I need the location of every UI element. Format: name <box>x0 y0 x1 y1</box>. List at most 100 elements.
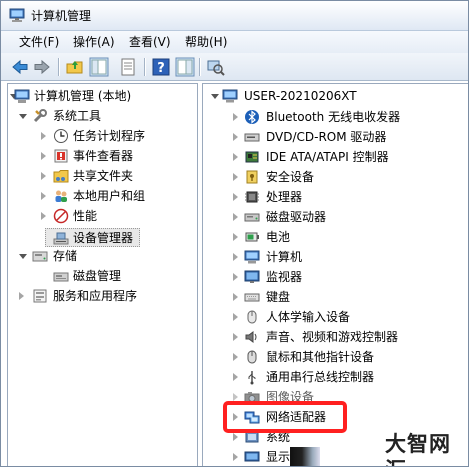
event-viewer-icon <box>54 149 68 163</box>
properties-icon[interactable] <box>118 57 138 77</box>
action-pane-icon[interactable] <box>175 57 195 77</box>
device-category-hid[interactable]: 人体学输入设备 <box>203 307 468 327</box>
expand-arrow-icon[interactable] <box>233 353 238 361</box>
device-category-label: Bluetooth 无线电收发器 <box>266 110 401 124</box>
device-manager-icon <box>53 232 69 245</box>
device-category-label: 处理器 <box>266 190 303 204</box>
storage-icon <box>32 251 48 262</box>
menu-action[interactable]: 操作(A) <box>73 34 115 50</box>
device-category-disk-drive[interactable]: 磁盘驱动器 <box>203 207 468 227</box>
expand-arrow-icon[interactable] <box>233 373 238 381</box>
expand-arrow-icon[interactable] <box>233 313 238 321</box>
collapse-arrow-icon[interactable] <box>19 114 27 119</box>
scan-hardware-icon[interactable] <box>205 57 225 77</box>
highlight-box <box>223 401 347 433</box>
forward-icon[interactable] <box>32 57 52 77</box>
disk-management-icon <box>53 272 69 282</box>
expand-arrow-icon[interactable] <box>41 212 46 220</box>
show-hide-tree-icon[interactable] <box>89 57 109 77</box>
device-category-bluetooth[interactable]: Bluetooth 无线电收发器 <box>203 107 468 127</box>
console-tree[interactable]: 计算机管理 (本地) 系统工具 任务计划程序 事件查看器 共享文件夹 本地用户和… <box>7 83 198 466</box>
device-category-computer[interactable]: 计算机 <box>203 247 468 267</box>
title-bar[interactable]: 计算机管理 <box>1 1 468 31</box>
device-tree-root[interactable]: USER-20210206XT <box>203 86 468 106</box>
expand-arrow-icon[interactable] <box>233 293 238 301</box>
performance-icon <box>53 208 69 224</box>
device-category-keyboard[interactable]: 键盘 <box>203 287 468 307</box>
expand-arrow-icon[interactable] <box>41 152 46 160</box>
device-category-battery[interactable]: 电池 <box>203 227 468 247</box>
tree-item-label: 任务计划程序 <box>73 129 146 143</box>
tree-item-label: 存储 <box>53 249 78 263</box>
collapse-arrow-icon[interactable] <box>19 254 27 259</box>
dvd-drive-icon <box>244 133 260 142</box>
tree-item-storage[interactable]: 存储 <box>8 246 197 266</box>
expand-arrow-icon[interactable] <box>233 173 238 181</box>
menu-file[interactable]: 文件(F) <box>19 34 59 50</box>
tree-item-label: 性能 <box>73 209 98 223</box>
tree-item-performance[interactable]: 性能 <box>8 206 197 226</box>
tools-icon <box>33 109 47 123</box>
expand-arrow-icon[interactable] <box>233 453 238 461</box>
processor-icon <box>245 191 259 203</box>
device-category-usb[interactable]: 通用串行总线控制器 <box>203 367 468 387</box>
expand-arrow-icon[interactable] <box>19 292 24 300</box>
tree-item-shared-folders[interactable]: 共享文件夹 <box>8 166 197 186</box>
device-category-processor[interactable]: 处理器 <box>203 187 468 207</box>
device-category-label: 人体学输入设备 <box>266 310 351 324</box>
expand-arrow-icon[interactable] <box>41 192 46 200</box>
tree-item-event-viewer[interactable]: 事件查看器 <box>8 146 197 166</box>
device-category-label: 监视器 <box>266 270 303 284</box>
expand-arrow-icon[interactable] <box>41 132 46 140</box>
device-category-security-device[interactable]: 安全设备 <box>203 167 468 187</box>
tree-root[interactable]: 计算机管理 (本地) <box>8 86 197 106</box>
tree-item-device-manager[interactable]: 设备管理器 <box>8 228 197 248</box>
device-category-label: DVD/CD-ROM 驱动器 <box>266 130 387 144</box>
tree-item-task-scheduler[interactable]: 任务计划程序 <box>8 126 197 146</box>
back-icon[interactable] <box>10 57 30 77</box>
mouse-icon <box>247 350 257 364</box>
device-category-ide-controller[interactable]: IDE ATA/ATAPI 控制器 <box>203 147 468 167</box>
expand-arrow-icon[interactable] <box>233 333 238 341</box>
expand-arrow-icon[interactable] <box>233 273 238 281</box>
device-category-sound[interactable]: 声音、视频和游戏控制器 <box>203 327 468 347</box>
expand-arrow-icon[interactable] <box>233 153 238 161</box>
help-icon[interactable]: ? <box>151 57 171 77</box>
monitor-icon <box>244 270 260 283</box>
device-category-monitor[interactable]: 监视器 <box>203 267 468 287</box>
device-category-label: 电池 <box>266 230 291 244</box>
device-category-label: 键盘 <box>266 290 291 304</box>
device-category-label: 声音、视频和游戏控制器 <box>266 330 399 344</box>
expand-arrow-icon[interactable] <box>233 133 238 141</box>
menu-help[interactable]: 帮助(H) <box>185 34 227 50</box>
device-category-dvd-drive[interactable]: DVD/CD-ROM 驱动器 <box>203 127 468 147</box>
device-category-mouse[interactable]: 鼠标和其他指针设备 <box>203 347 468 367</box>
expand-arrow-icon[interactable] <box>233 233 238 241</box>
tree-item-disk-management[interactable]: 磁盘管理 <box>8 266 197 286</box>
up-folder-icon[interactable] <box>65 57 85 77</box>
device-category-label: 磁盘驱动器 <box>266 210 327 224</box>
users-icon <box>55 190 67 202</box>
expand-arrow-icon[interactable] <box>233 113 238 121</box>
image-device-fade <box>231 385 341 401</box>
expand-arrow-icon[interactable] <box>233 433 238 441</box>
sound-icon <box>245 331 257 343</box>
device-category-label: 显示 <box>266 450 291 464</box>
expand-arrow-icon[interactable] <box>233 193 238 201</box>
bluetooth-icon <box>245 110 259 124</box>
tree-item-label: 共享文件夹 <box>73 169 134 183</box>
tree-item-local-users[interactable]: 本地用户和组 <box>8 186 197 206</box>
tree-item-label: 本地用户和组 <box>73 189 146 203</box>
display-adapter-icon <box>244 451 260 462</box>
tree-root-label: 计算机管理 (本地) <box>34 89 132 103</box>
device-category-label: IDE ATA/ATAPI 控制器 <box>266 150 389 164</box>
device-category-label: 鼠标和其他指针设备 <box>266 350 375 364</box>
expand-arrow-icon[interactable] <box>233 253 238 261</box>
services-icon <box>33 289 47 303</box>
menu-view[interactable]: 查看(V) <box>129 34 171 50</box>
tree-item-services-apps[interactable]: 服务和应用程序 <box>8 286 197 306</box>
expand-arrow-icon[interactable] <box>233 213 238 221</box>
collapse-arrow-icon[interactable] <box>211 94 219 99</box>
tree-item-system-tools[interactable]: 系统工具 <box>8 106 197 126</box>
expand-arrow-icon[interactable] <box>41 172 46 180</box>
